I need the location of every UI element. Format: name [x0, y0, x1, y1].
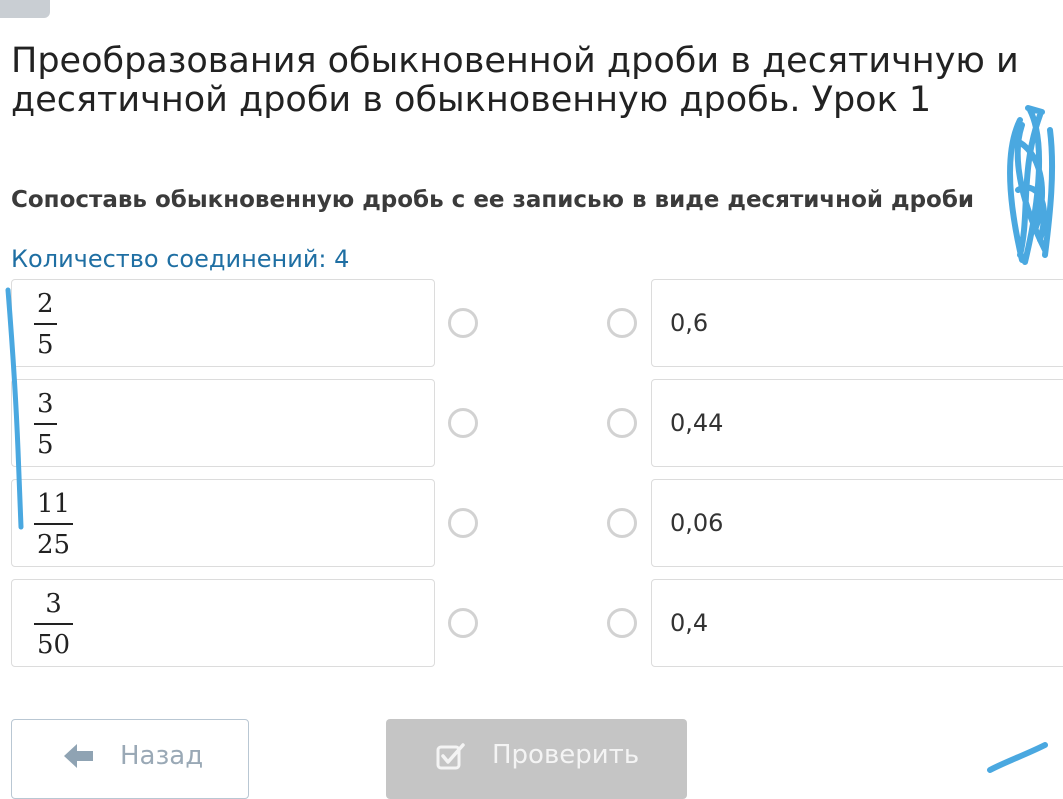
left-connector-radio-3[interactable] [448, 508, 478, 538]
fraction-numerator: 3 [45, 589, 62, 619]
right-item-2[interactable]: 0,44 [651, 379, 1063, 467]
left-connector-radio-4[interactable] [448, 608, 478, 638]
checkbox-icon [436, 741, 466, 775]
fraction-bar [34, 623, 74, 625]
left-item-4[interactable]: 3 50 [11, 579, 435, 667]
fraction-numerator: 11 [37, 489, 71, 519]
connections-count: Количество соединений: 4 [11, 245, 350, 273]
left-connector-radio-1[interactable] [448, 308, 478, 338]
fraction-bar [34, 423, 57, 425]
fraction-denominator: 5 [37, 430, 54, 460]
check-button[interactable]: Проверить [386, 719, 687, 799]
left-item-3[interactable]: 11 25 [11, 479, 435, 567]
decimal-value: 0,6 [670, 309, 709, 337]
fraction: 3 5 [34, 388, 57, 461]
back-button[interactable]: Назад [11, 719, 249, 799]
decimal-value: 0,06 [670, 509, 724, 537]
fraction-bar [34, 323, 57, 325]
fraction: 2 5 [34, 288, 57, 361]
right-connector-radio-2[interactable] [607, 408, 637, 438]
left-item-1[interactable]: 2 5 [11, 279, 435, 367]
right-item-3[interactable]: 0,06 [651, 479, 1063, 567]
fraction: 11 25 [34, 488, 74, 561]
right-item-4[interactable]: 0,4 [651, 579, 1063, 667]
top-tab[interactable] [0, 0, 50, 18]
fraction-denominator: 50 [37, 630, 71, 660]
right-connector-radio-3[interactable] [607, 508, 637, 538]
arrow-left-icon [64, 743, 94, 773]
left-connector-radio-2[interactable] [448, 408, 478, 438]
right-connector-radio-4[interactable] [607, 608, 637, 638]
left-item-2[interactable]: 3 5 [11, 379, 435, 467]
decimal-value: 0,4 [670, 609, 709, 637]
fraction-numerator: 2 [37, 289, 54, 319]
question-text: Сопоставь обыкновенную дробь с ее запись… [11, 187, 975, 213]
right-connector-radio-1[interactable] [607, 308, 637, 338]
page-title: Преобразования обыкновенной дроби в деся… [11, 41, 1019, 120]
right-item-1[interactable]: 0,6 [651, 279, 1063, 367]
back-button-label: Назад [120, 741, 204, 771]
fraction-denominator: 25 [37, 530, 71, 560]
fraction-numerator: 3 [37, 389, 54, 419]
fraction: 3 50 [34, 588, 74, 661]
fraction-bar [34, 523, 74, 525]
check-button-label: Проверить [492, 740, 640, 770]
decimal-value: 0,44 [670, 409, 724, 437]
fraction-denominator: 5 [37, 330, 54, 360]
